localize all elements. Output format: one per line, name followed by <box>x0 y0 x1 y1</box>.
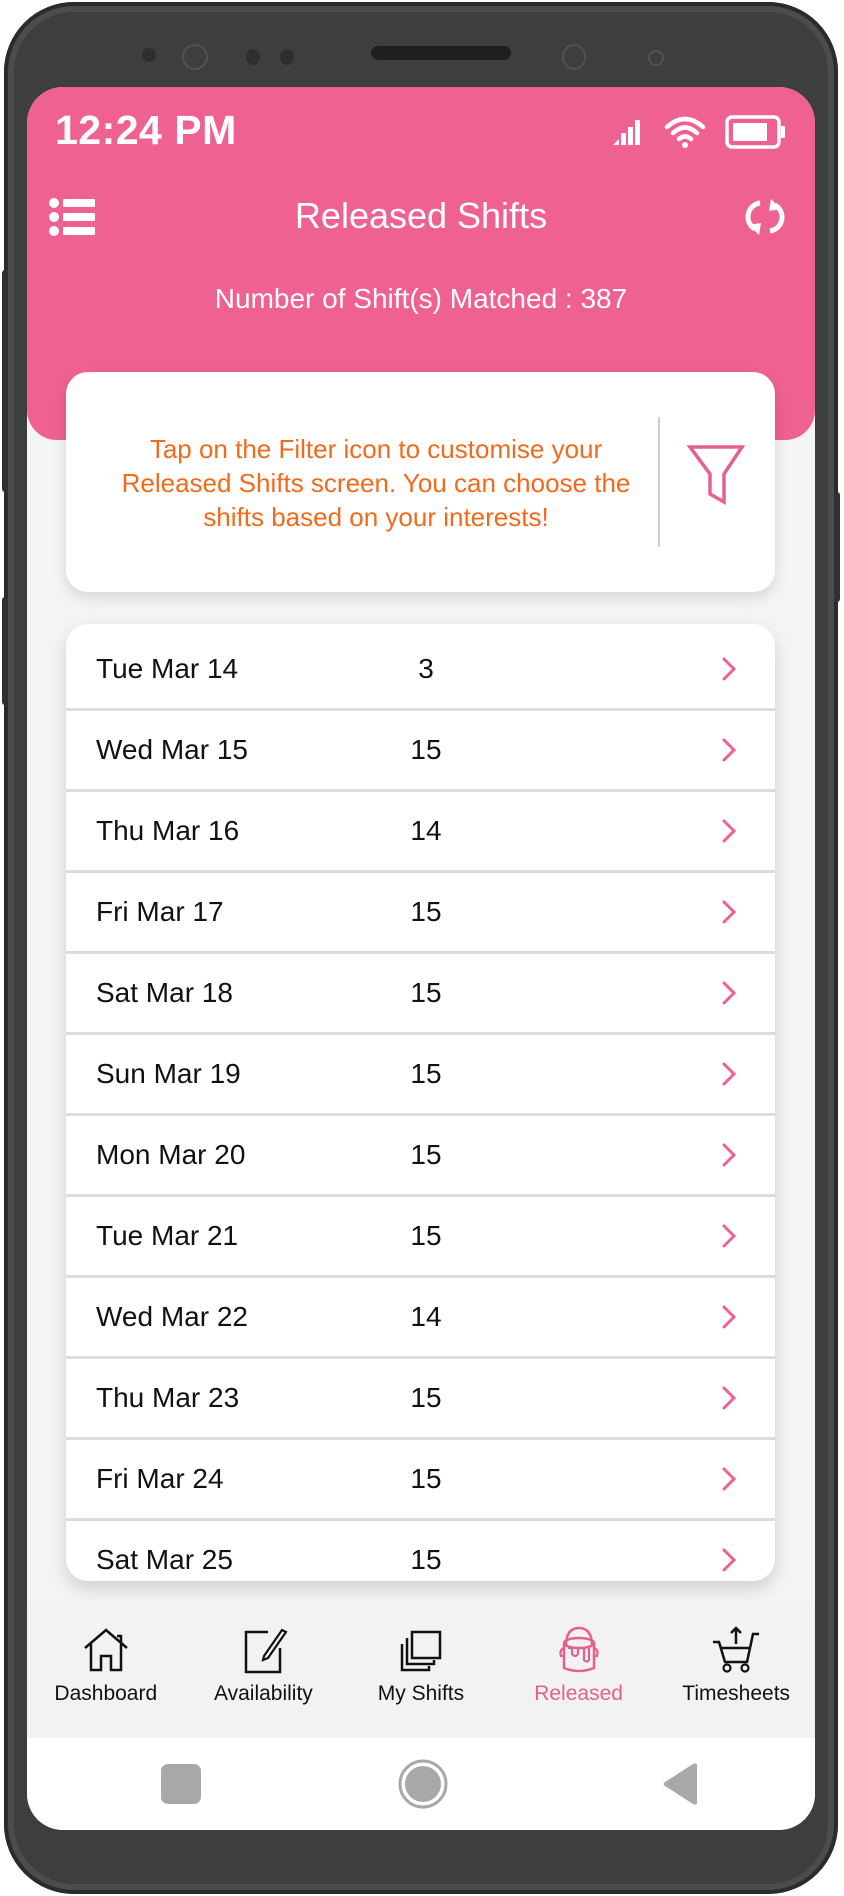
edit-note-icon <box>245 1628 289 1674</box>
chevron-right-icon <box>722 1386 737 1410</box>
shift-date: Sun Mar 19 <box>96 1058 241 1089</box>
shift-day-row[interactable]: Sun Mar 19 15 <box>66 1035 775 1116</box>
shift-day-row[interactable]: Tue Mar 14 3 <box>66 624 775 711</box>
wifi-icon <box>664 116 706 148</box>
chevron-right-icon <box>722 819 737 843</box>
nav-label: Dashboard <box>54 1682 158 1705</box>
shift-day-row[interactable]: Sat Mar 18 15 <box>66 954 775 1035</box>
signal-icon <box>613 120 640 145</box>
page-title: Released Shifts <box>294 195 548 236</box>
filter-hint-card: Tap on the Filter icon to customise your… <box>66 372 775 592</box>
status-icons <box>611 115 787 149</box>
shift-count: 3 <box>418 653 434 684</box>
battery-icon <box>725 115 785 149</box>
nav-dashboard[interactable]: Dashboard <box>27 1604 185 1738</box>
shift-date: Sat Mar 25 <box>96 1544 233 1575</box>
sensor-dot <box>142 48 156 62</box>
chevron-right-icon <box>722 900 737 924</box>
nav-label: Availability <box>213 1682 313 1705</box>
divider <box>658 417 660 547</box>
shift-count: 14 <box>410 815 442 846</box>
shift-date: Fri Mar 24 <box>96 1463 224 1494</box>
shift-count: 15 <box>410 1139 442 1170</box>
chevron-right-icon <box>722 981 737 1005</box>
volume-button <box>2 270 8 492</box>
shift-day-row[interactable]: Thu Mar 23 15 <box>66 1359 775 1440</box>
shift-date: Mon Mar 20 <box>96 1139 246 1170</box>
shift-date: Thu Mar 23 <box>96 1382 240 1413</box>
system-nav-bar <box>27 1738 815 1830</box>
refresh-button[interactable] <box>743 195 787 239</box>
shift-day-row[interactable]: Mon Mar 20 15 <box>66 1116 775 1197</box>
chevron-right-icon <box>722 1224 737 1248</box>
shift-day-row[interactable]: Sat Mar 25 15 <box>66 1521 775 1581</box>
chevron-right-icon <box>722 1467 737 1491</box>
shifts-matched-count: Number of Shift(s) Matched : 387 <box>214 283 628 314</box>
shift-day-row[interactable]: Wed Mar 22 14 <box>66 1278 775 1359</box>
chevron-right-icon <box>722 1548 737 1572</box>
shift-count: 15 <box>410 896 442 927</box>
shift-day-row[interactable]: Fri Mar 17 15 <box>66 873 775 954</box>
shift-date: Sat Mar 18 <box>96 977 233 1008</box>
status-time: 12:24 PM <box>55 107 237 153</box>
front-camera <box>182 44 208 70</box>
sensor-dot <box>246 49 260 65</box>
chevron-right-icon <box>722 1143 737 1167</box>
nav-released[interactable]: Released <box>500 1604 658 1738</box>
proximity-sensor <box>562 44 586 70</box>
home-circle-icon <box>398 1759 448 1809</box>
filter-hint-text: Tap on the Filter icon to customise your… <box>121 434 631 532</box>
shift-day-row[interactable]: Thu Mar 16 14 <box>66 792 775 873</box>
shift-date: Tue Mar 21 <box>96 1220 239 1251</box>
nav-my-shifts[interactable]: My Shifts <box>342 1604 500 1738</box>
shift-day-row[interactable]: Fri Mar 24 15 <box>66 1440 775 1521</box>
filter-funnel-icon <box>686 445 746 506</box>
refresh-icon <box>745 199 785 235</box>
shift-count: 15 <box>410 1382 442 1413</box>
nav-availability[interactable]: Availability <box>185 1604 343 1738</box>
chevron-right-icon <box>722 1062 737 1086</box>
recents-button[interactable] <box>157 1760 205 1808</box>
shift-date: Fri Mar 17 <box>96 896 224 927</box>
power-button-left <box>2 597 8 705</box>
back-triangle-icon <box>663 1763 697 1805</box>
sensor-dot <box>280 49 294 65</box>
shift-count: 15 <box>410 1463 442 1494</box>
shift-count: 15 <box>410 1058 442 1089</box>
shift-day-row[interactable]: Tue Mar 21 15 <box>66 1197 775 1278</box>
home-icon <box>83 1628 128 1672</box>
shift-date: Thu Mar 16 <box>96 815 240 846</box>
shift-count: 15 <box>410 977 442 1008</box>
shift-day-row[interactable]: Wed Mar 15 15 <box>66 711 775 792</box>
side-button-right <box>834 492 840 602</box>
shift-count: 15 <box>410 1544 442 1575</box>
bottom-nav: Dashboard Availability My Shifts Release… <box>27 1604 815 1738</box>
nav-label: Released <box>534 1682 623 1705</box>
shift-count: 15 <box>410 1220 442 1251</box>
shift-count: 15 <box>410 734 442 765</box>
light-sensor <box>648 50 664 66</box>
shift-days-list: Tue Mar 14 3 Wed Mar 15 15 Thu Mar 16 14 Fri M… <box>66 624 775 1581</box>
recents-square-icon <box>161 1764 201 1804</box>
chevron-right-icon <box>722 1305 737 1329</box>
cart-upload-icon <box>713 1626 760 1673</box>
app-screen: 12:24 PM Released Shifts Number of Shift… <box>27 87 815 1830</box>
nav-timesheets[interactable]: Timesheets <box>657 1604 815 1738</box>
shift-date: Wed Mar 22 <box>96 1301 248 1332</box>
nav-label: Timesheets <box>682 1682 791 1705</box>
shift-date: Tue Mar 14 <box>96 653 239 684</box>
shift-count: 14 <box>410 1301 442 1332</box>
filter-button[interactable] <box>676 432 756 512</box>
stacked-pages-icon <box>400 1630 442 1672</box>
nav-label: My Shifts <box>377 1682 465 1705</box>
shift-date: Wed Mar 15 <box>96 734 248 765</box>
title-row: Released Shifts <box>27 187 815 243</box>
chevron-right-icon <box>722 738 737 762</box>
home-button[interactable] <box>397 1758 449 1810</box>
back-button[interactable] <box>657 1760 705 1808</box>
paint-bucket-icon <box>558 1626 599 1673</box>
chevron-right-icon <box>722 657 737 681</box>
earpiece-speaker <box>371 46 511 60</box>
